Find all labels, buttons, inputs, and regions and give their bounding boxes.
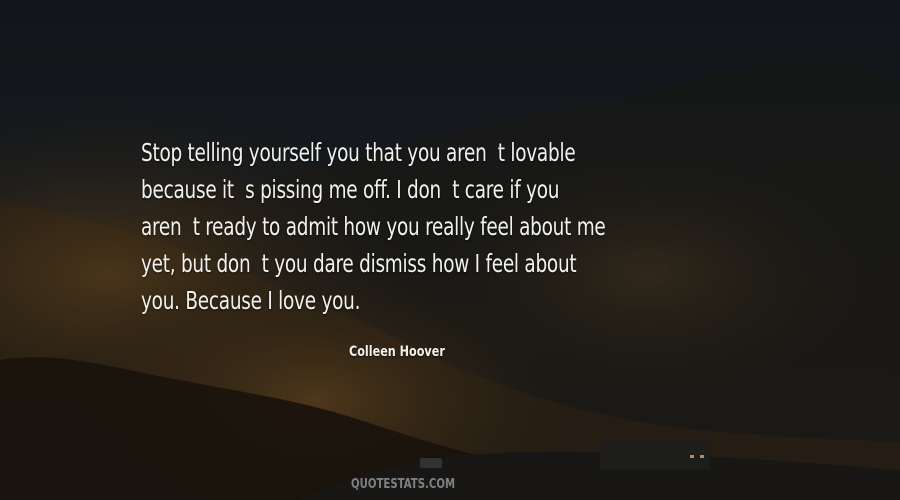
quote-image: Stop telling yourself you that you aren … bbox=[0, 0, 900, 500]
quote-line: Stop telling yourself you that you aren … bbox=[141, 138, 576, 167]
quote-line: because it s pissing me off. I don t car… bbox=[141, 175, 560, 204]
quote-line: yet, but don t you dare dismiss how I fe… bbox=[141, 249, 577, 278]
quote-text: Stop telling yourself you that you aren … bbox=[141, 134, 781, 319]
site-watermark: QUOTESTATS.COM bbox=[351, 477, 456, 492]
quote-line: you. Because I love you. bbox=[141, 286, 361, 315]
quote-line: aren t ready to admit how you really fee… bbox=[141, 212, 606, 241]
quote-author: Colleen Hoover bbox=[349, 344, 445, 360]
